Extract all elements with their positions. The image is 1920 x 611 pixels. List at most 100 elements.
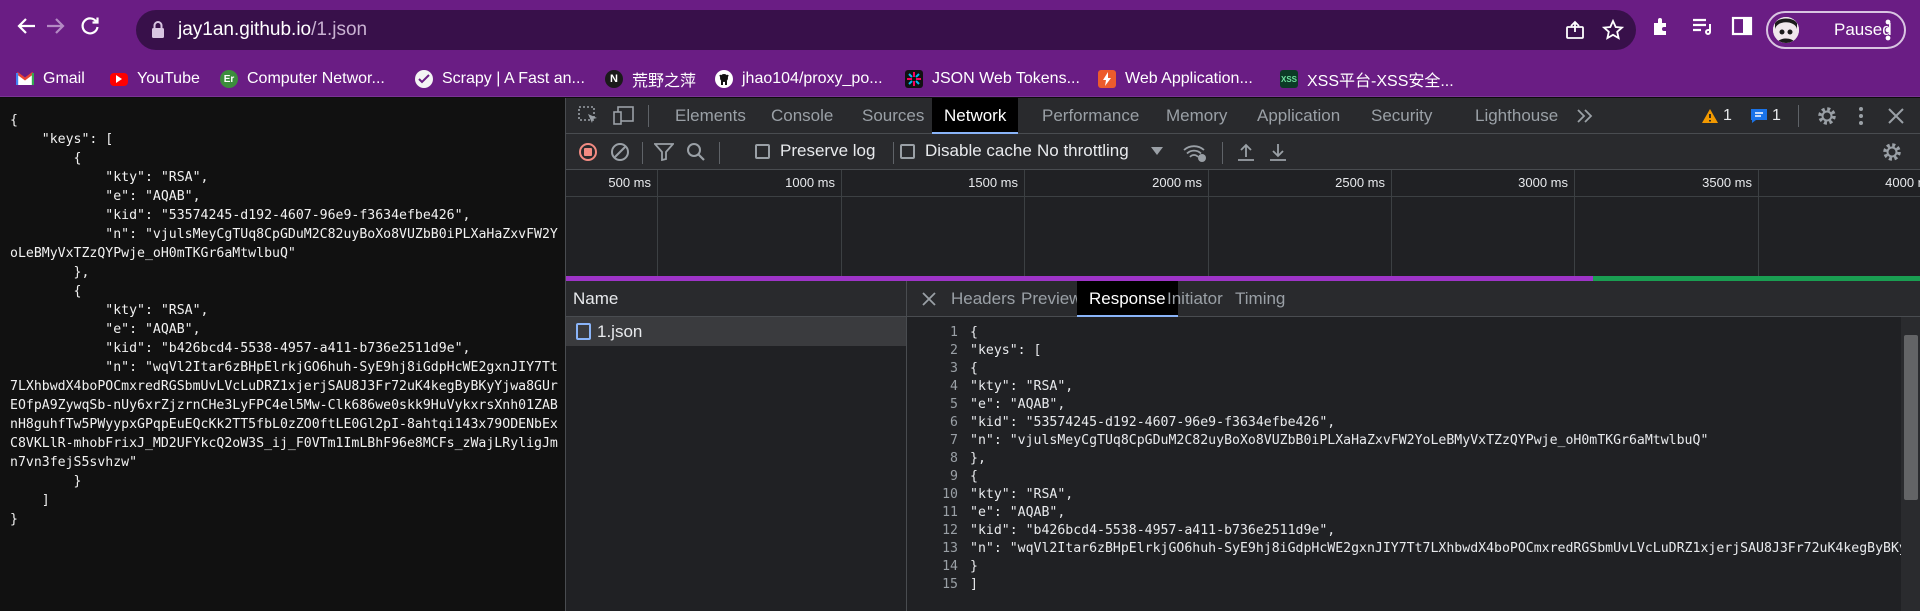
warnings-badge[interactable]: 1 [1701, 105, 1732, 127]
upload-icon[interactable] [1236, 142, 1256, 162]
line-number: 9 [950, 469, 958, 484]
side-panel-icon[interactable] [1730, 14, 1754, 38]
devtools-panel: Elements Console Sources Network Perform… [565, 98, 1920, 611]
detail-tab-headers[interactable]: Headers [951, 289, 1015, 309]
bookmark-xss[interactable]: XSS XSS平台-XSS安全... [1280, 66, 1454, 92]
search-icon[interactable] [686, 142, 706, 162]
page-viewport: { "keys": [ { "kty": "RSA", "e": "AQAB",… [0, 98, 565, 611]
bookmark-label: Web Application... [1125, 70, 1253, 87]
device-toolbar-icon[interactable] [613, 106, 635, 126]
devtools-menu-icon[interactable] [1857, 106, 1865, 126]
scrapy-icon [415, 70, 433, 88]
inspect-element-icon[interactable] [578, 106, 600, 126]
request-row[interactable]: 1.json [566, 317, 906, 346]
line-number: 4 [950, 379, 958, 394]
message-icon [1751, 109, 1767, 123]
throttling-value: No throttling [1037, 141, 1129, 160]
bookmark-jwt[interactable]: JSON Web Tokens... [905, 66, 1080, 92]
line-number: 5 [950, 397, 958, 412]
url-text: jay1an.github.io/1.json [178, 19, 367, 41]
detail-tab-response[interactable]: Response [1077, 281, 1178, 317]
url-path: /1.json [311, 19, 368, 40]
code-line: 8 }, [907, 451, 1907, 469]
bookmark-github[interactable]: jhao104/proxy_po... [715, 66, 883, 92]
preserve-log-checkbox[interactable]: Preserve log [755, 141, 875, 161]
response-scrollbar[interactable] [1901, 317, 1920, 611]
record-stop-icon[interactable] [578, 142, 598, 162]
more-tabs-icon[interactable] [1576, 109, 1594, 123]
tab-memory[interactable]: Memory [1166, 106, 1227, 126]
tab-application[interactable]: Application [1257, 106, 1340, 126]
scrollbar-thumb[interactable] [1904, 335, 1918, 500]
code-text: "kid": "b426bcd4-5538-4957-a411-b736e251… [970, 523, 1336, 538]
code-text: "kty": "RSA", [970, 487, 1074, 502]
detail-tab-initiator[interactable]: Initiator [1167, 289, 1223, 309]
share-icon[interactable] [1564, 19, 1586, 41]
detail-tab-preview[interactable]: Preview [1021, 289, 1081, 309]
network-overview-timeline[interactable]: 500 ms 1000 ms 1500 ms 2000 ms 2500 ms 3000 m… [566, 170, 1920, 281]
detail-tab-timing[interactable]: Timing [1235, 289, 1285, 309]
back-button[interactable] [12, 11, 42, 41]
avatar [1773, 17, 1799, 43]
close-devtools-icon[interactable] [1887, 107, 1905, 125]
bookmark-label: 荒野之萍 [632, 73, 697, 90]
bookmark-scrapy[interactable]: Scrapy | A Fast an... [415, 66, 585, 92]
reload-button[interactable] [75, 11, 105, 41]
network-conditions-icon[interactable] [1182, 143, 1208, 163]
code-line: 13 "n": "wqVl2Itar6zBHpElrkjGO6huh-SyE9h… [907, 541, 1907, 559]
bookmark-n[interactable]: N 荒野之萍 [605, 66, 696, 92]
download-icon[interactable] [1268, 142, 1288, 162]
disable-cache-checkbox[interactable]: Disable cache [900, 141, 1032, 161]
timeline-tick-label: 3500 ms [1702, 175, 1752, 190]
tab-elements[interactable]: Elements [675, 106, 746, 126]
timeline-tick-label: 2500 ms [1335, 175, 1385, 190]
code-line: 6 "kid": "53574245-d192-4607-96e9-f3634e… [907, 415, 1907, 433]
timeline-tick-label: 1000 ms [785, 175, 835, 190]
star-icon[interactable] [1602, 19, 1624, 41]
network-settings-gear-icon[interactable] [1881, 141, 1903, 163]
code-line: 14 } [907, 559, 1907, 577]
reading-list-icon[interactable] [1690, 14, 1714, 38]
tab-lighthouse[interactable]: Lighthouse [1475, 106, 1558, 126]
bookmarks-bar: Gmail YouTube Er Computer Networ... Scra… [0, 60, 1920, 97]
tab-performance[interactable]: Performance [1042, 106, 1139, 126]
network-toolbar: Preserve log Disable cache No throttling [566, 134, 1920, 170]
code-text: "kty": "RSA", [970, 379, 1074, 394]
timeline-gridline [1758, 170, 1759, 281]
response-code-viewer[interactable]: 1{2 "keys": [3 {4 "kty": "RSA", 5 "e": "A… [907, 317, 1907, 611]
clear-icon[interactable] [610, 142, 630, 162]
bookmark-youtube[interactable]: YouTube [110, 66, 200, 92]
tab-security[interactable]: Security [1371, 106, 1432, 126]
bookmark-gmail[interactable]: Gmail [16, 66, 85, 92]
n-icon: N [605, 70, 623, 88]
line-number: 1 [950, 325, 958, 340]
code-text: "e": "AQAB", [970, 505, 1066, 520]
code-line: 12 "kid": "b426bcd4-5538-4957-a411-b736e… [907, 523, 1907, 541]
bookmark-web-application[interactable]: Web Application... [1098, 66, 1253, 92]
separator [1222, 142, 1223, 164]
warning-icon [1702, 109, 1718, 123]
extensions-icon[interactable] [1650, 14, 1674, 38]
throttling-select[interactable]: No throttling [1037, 141, 1163, 161]
timeline-axis [566, 196, 1920, 197]
code-text: { [970, 325, 978, 340]
tab-network[interactable]: Network [932, 98, 1019, 134]
code-text: }, [970, 451, 986, 466]
separator [648, 105, 649, 127]
name-column-header[interactable]: Name [566, 281, 906, 317]
bookmark-computer-networks[interactable]: Er Computer Networ... [220, 66, 385, 92]
settings-gear-icon[interactable] [1816, 105, 1838, 127]
code-line: 9 { [907, 469, 1907, 487]
forward-button[interactable] [40, 11, 70, 41]
tab-console[interactable]: Console [771, 106, 833, 126]
bookmark-label: Gmail [43, 70, 85, 87]
address-bar[interactable]: jay1an.github.io/1.json [136, 10, 1636, 50]
line-number: 3 [950, 361, 958, 376]
messages-badge[interactable]: 1 [1750, 105, 1781, 127]
filter-icon[interactable] [654, 143, 674, 161]
json-document: { "keys": [ { "kty": "RSA", "e": "AQAB",… [10, 113, 558, 527]
browser-menu-icon[interactable] [1884, 18, 1892, 42]
line-number: 7 [950, 433, 958, 448]
tab-sources[interactable]: Sources [862, 106, 924, 126]
close-detail-icon[interactable] [922, 292, 936, 306]
